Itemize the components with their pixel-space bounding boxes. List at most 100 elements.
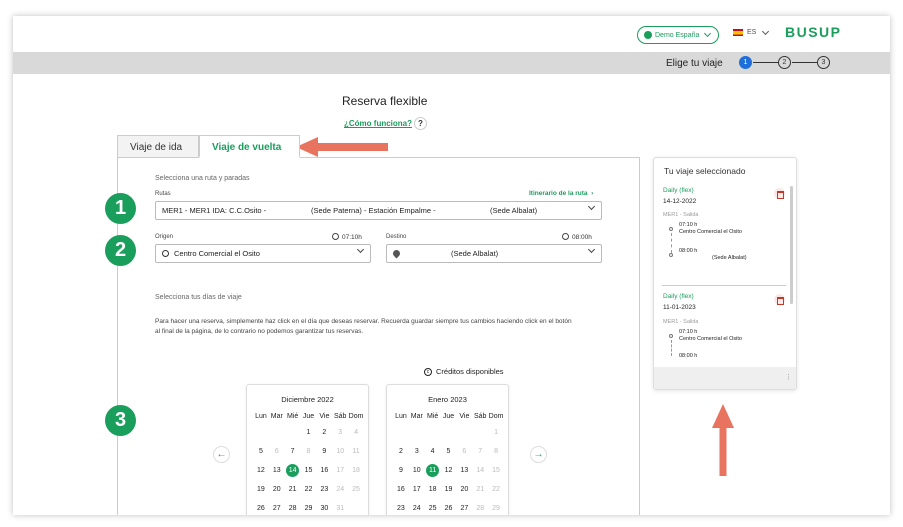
calendar-day[interactable]: 2	[316, 426, 332, 439]
calendar-day: 31	[336, 505, 345, 512]
trip-type: Daily (flex)	[663, 293, 694, 300]
calendar-day[interactable]: 9	[316, 445, 332, 458]
calendar-day: 7	[478, 448, 483, 455]
origin-time-value: 07:10h	[342, 234, 362, 241]
calendar-title: Diciembre 2022	[281, 395, 334, 404]
calendar-day[interactable]: 13	[269, 464, 285, 477]
destination-value: (Sede Albalat)	[451, 249, 499, 258]
trip-type: Daily (flex)	[663, 187, 694, 194]
credits-available[interactable]: c Créditos disponibles	[424, 367, 504, 376]
trash-icon[interactable]	[774, 294, 785, 305]
calendar-day[interactable]: 21	[285, 483, 301, 496]
trip-route: MER1 - Salida	[663, 319, 699, 325]
help-icon[interactable]: ?	[414, 117, 427, 130]
calendar-day: 15	[492, 467, 500, 474]
calendar-day[interactable]: 24	[409, 502, 425, 515]
calendar-day[interactable]: 14	[286, 464, 300, 477]
calendar-day[interactable]: 16	[316, 464, 332, 477]
calendar-day[interactable]: 4	[425, 445, 441, 458]
calendar-day[interactable]: 30	[316, 502, 332, 515]
trip-route: MER1 - Salida	[663, 212, 699, 218]
destination-select[interactable]: (Sede Albalat)	[386, 244, 602, 263]
itinerary-link[interactable]: Itinerario de la ruta ›	[529, 190, 593, 197]
next-month-button[interactable]: →	[530, 446, 547, 463]
calendar-day[interactable]: 20	[269, 483, 285, 496]
origin-value: Centro Comercial el Osito	[174, 249, 260, 258]
trip-departure-stop: Centro Comercial el Osito	[679, 336, 742, 342]
trip-departure-time: 07:10 h	[679, 222, 698, 228]
calendar-day[interactable]: 22	[301, 483, 317, 496]
calendar-day: 22	[492, 486, 500, 493]
calendar-day[interactable]: 10	[409, 464, 425, 477]
annotation-arrow-up	[712, 404, 734, 476]
days-section-label: Selecciona tus días de viaje	[155, 294, 242, 301]
stop-dot-icon	[669, 227, 673, 231]
step-1[interactable]: 1	[739, 56, 752, 69]
calendar-day[interactable]: 9	[393, 464, 409, 477]
calendar-grid: Lun Mar Mié Jue Vie Sáb Dom 1 2 3 4 5 6 7 8 9 10 11 12 13 14…	[393, 413, 504, 515]
annotation-arrow-left	[296, 137, 388, 157]
tab-viaje-de-ida[interactable]: Viaje de ida	[117, 135, 199, 158]
busup-logo[interactable]: BUSUP	[785, 24, 842, 40]
chevron-down-icon	[587, 245, 596, 254]
calendar-day: 11	[352, 448, 360, 455]
calendar-day[interactable]: 3	[409, 445, 425, 458]
trip-arrival-time: 08:00 h	[679, 248, 698, 254]
trip-arrival-stop: (Sede Albalat)	[712, 255, 747, 261]
calendar-day[interactable]: 23	[393, 502, 409, 515]
days-instructions-line-2: al final de la página, de lo contrario n…	[155, 328, 364, 335]
calendar-day[interactable]: 17	[409, 483, 425, 496]
calendar-day[interactable]: 1	[301, 426, 317, 439]
calendar-day[interactable]: 13	[456, 464, 472, 477]
calendar-day: 29	[492, 505, 500, 512]
weekday-header: Mar	[410, 413, 423, 420]
calendar-day[interactable]: 20	[456, 483, 472, 496]
calendar-blank	[393, 426, 409, 439]
language-selector[interactable]: ES	[733, 27, 770, 36]
calendar-day[interactable]: 28	[285, 502, 301, 515]
user-menu-button[interactable]: Demo España	[637, 26, 720, 44]
prev-month-button[interactable]: ←	[213, 446, 230, 463]
page-title: Reserva flexible	[342, 94, 428, 108]
calendar-day: 14	[476, 467, 485, 474]
calendar-day: 25	[352, 486, 360, 493]
step-2[interactable]: 2	[778, 56, 791, 69]
calendar-day[interactable]: 26	[253, 502, 269, 515]
calendar-day[interactable]: 26	[441, 502, 457, 515]
calendar-day[interactable]: 23	[316, 483, 332, 496]
calendar-day[interactable]: 29	[301, 502, 317, 515]
calendar-day[interactable]: 19	[441, 483, 457, 496]
calendar-day[interactable]: 12	[441, 464, 457, 477]
calendar-day[interactable]: 18	[425, 483, 441, 496]
calendar-day[interactable]: 27	[456, 502, 472, 515]
trash-icon[interactable]	[774, 188, 785, 199]
calendar-day[interactable]: 16	[393, 483, 409, 496]
tab-viaje-de-vuelta[interactable]: Viaje de vuelta	[199, 135, 300, 158]
credits-label: Créditos disponibles	[436, 367, 504, 376]
route-select[interactable]: MER1 - MER1 IDA: C.C.Osito - (Sede Pater…	[155, 201, 602, 220]
calendar-day[interactable]: 25	[425, 502, 441, 515]
origin-select[interactable]: Centro Comercial el Osito	[155, 244, 371, 263]
trip-date: 14-12-2022	[663, 198, 697, 205]
more-icon[interactable]: ⋮	[785, 373, 792, 381]
side-scrollbar[interactable]	[790, 186, 793, 304]
language-label: ES	[747, 29, 757, 36]
stepper-title: Elige tu viaje	[666, 58, 723, 69]
calendar-day[interactable]: 12	[253, 464, 269, 477]
step-3[interactable]: 3	[817, 56, 830, 69]
trip-departure-stop: Centro Comercial el Osito	[679, 229, 742, 235]
calendar-day: 18	[352, 467, 360, 474]
calendar-day[interactable]: 2	[393, 445, 409, 458]
calendar-day[interactable]: 27	[269, 502, 285, 515]
calendar-day: 8	[494, 448, 499, 455]
calendar-day[interactable]: 11	[426, 464, 440, 477]
weekday-header: Vie	[319, 413, 330, 420]
weekday-header: Dom	[348, 413, 364, 420]
how-it-works-link[interactable]: ¿Cómo funciona?	[344, 119, 412, 128]
calendar-day[interactable]: 15	[301, 464, 317, 477]
selected-trip-panel: Tu viaje seleccionado Daily (flex) 14-12…	[653, 157, 797, 390]
calendar-day[interactable]: 5	[253, 445, 269, 458]
calendar-day[interactable]: 5	[441, 445, 457, 458]
calendar-day[interactable]: 7	[285, 445, 301, 458]
calendar-day[interactable]: 19	[253, 483, 269, 496]
